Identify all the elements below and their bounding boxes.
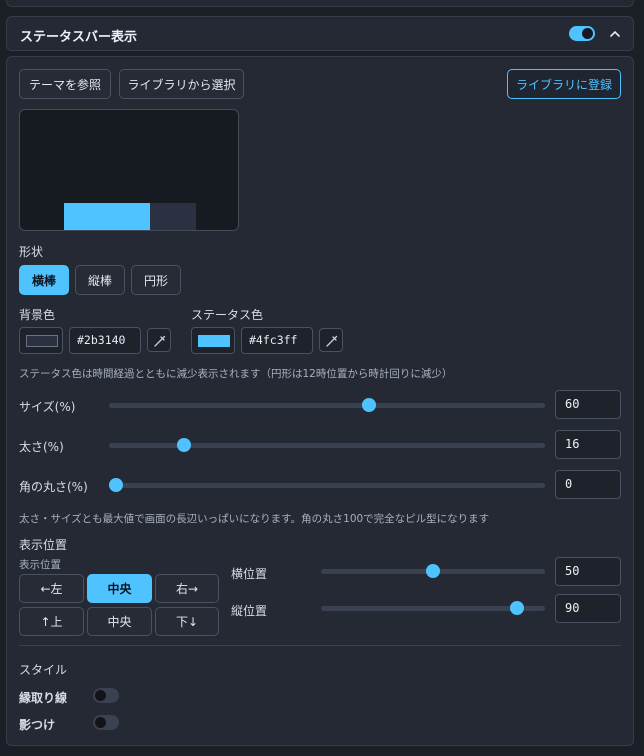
size-slider[interactable] <box>109 403 545 408</box>
vertical-position-label: 縦位置 <box>231 604 268 618</box>
shadow-label: 影つけ <box>19 718 56 732</box>
theme-reference-button[interactable]: テーマを参照 <box>19 69 111 99</box>
size-input[interactable]: 60 <box>555 390 621 419</box>
background-color-swatch[interactable] <box>19 327 63 354</box>
vertical-position-slider-thumb[interactable] <box>510 601 524 615</box>
size-note: 太さ・サイズとも最大値で画面の長辺いっぱいになります。角の丸さ100で完全なピル… <box>19 513 490 525</box>
library-select-button[interactable]: ライブラリから選択 <box>119 69 244 99</box>
library-register-button[interactable]: ライブラリに登録 <box>507 69 621 99</box>
status-color-swatch[interactable] <box>191 327 235 354</box>
outline-label: 縁取り線 <box>19 691 68 705</box>
position-right-button[interactable]: 右→ <box>155 574 219 603</box>
corner-radius-slider-thumb[interactable] <box>109 478 123 492</box>
corner-radius-input[interactable]: 0 <box>555 470 621 499</box>
section-divider <box>19 645 621 646</box>
chevron-up-icon[interactable] <box>608 27 622 41</box>
position-center-v-button[interactable]: 中央 <box>87 607 152 636</box>
position-sub-label: 表示位置 <box>19 559 61 571</box>
shape-label: 形状 <box>19 245 44 259</box>
shadow-toggle[interactable] <box>93 715 119 730</box>
thickness-slider-thumb[interactable] <box>176 438 191 452</box>
background-color-hex-input[interactable]: #2b3140 <box>69 327 141 354</box>
position-left-button[interactable]: ←左 <box>19 574 84 603</box>
preview-bar-fill <box>64 203 150 230</box>
horizontal-position-slider-thumb[interactable] <box>426 564 440 578</box>
vertical-position-input[interactable]: 90 <box>555 594 621 623</box>
status-color-note: ステータス色は時間経過とともに減少表示されます（円形は12時位置から時計回りに減… <box>19 368 453 380</box>
outline-toggle[interactable] <box>93 688 119 703</box>
position-section-label: 表示位置 <box>19 538 68 552</box>
shape-circle-button[interactable]: 円形 <box>131 265 181 295</box>
position-up-button[interactable]: ↑上 <box>19 607 84 636</box>
style-section-label: スタイル <box>19 663 68 677</box>
section-title: ステータスバー表示 <box>20 30 138 45</box>
background-color-label: 背景色 <box>19 308 56 322</box>
shape-horizontal-button[interactable]: 横棒 <box>19 265 69 295</box>
thickness-label: 太さ(%) <box>19 440 64 454</box>
corner-radius-slider[interactable] <box>109 483 545 488</box>
statusbar-section-header[interactable]: ステータスバー表示 <box>6 16 634 51</box>
thickness-input[interactable]: 16 <box>555 430 621 459</box>
previous-section-edge <box>6 0 634 7</box>
status-color-label: ステータス色 <box>191 308 264 322</box>
statusbar-enable-toggle[interactable] <box>569 26 595 41</box>
thickness-slider[interactable] <box>109 443 545 448</box>
statusbar-preview <box>19 109 239 231</box>
position-center-h-button[interactable]: 中央 <box>87 574 152 603</box>
position-down-button[interactable]: 下↓ <box>155 607 219 636</box>
horizontal-position-label: 横位置 <box>231 567 268 581</box>
corner-radius-label: 角の丸さ(%) <box>19 480 88 494</box>
eyedropper-icon[interactable] <box>147 328 171 352</box>
horizontal-position-input[interactable]: 50 <box>555 557 621 586</box>
status-color-hex-input[interactable]: #4fc3ff <box>241 327 313 354</box>
shape-vertical-button[interactable]: 縦棒 <box>75 265 125 295</box>
size-label: サイズ(%) <box>19 400 76 414</box>
eyedropper-icon[interactable] <box>319 328 343 352</box>
